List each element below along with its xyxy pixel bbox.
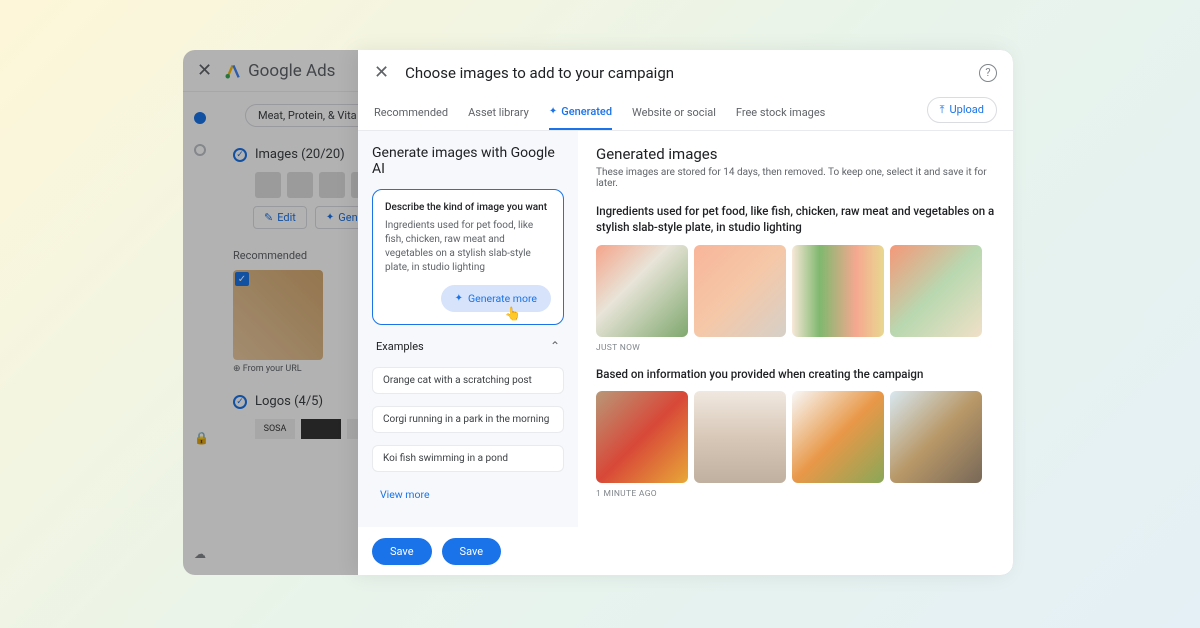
image-thumb[interactable] [319,172,345,198]
modal-title: Choose images to add to your campaign [405,64,963,82]
prompt-echo: Ingredients used for pet food, like fish… [596,203,995,235]
prompt-card: Describe the kind of image you want Ingr… [372,189,564,325]
edit-button[interactable]: ✎Edit [253,206,307,229]
images-section-title: Images (20/20) [255,147,345,162]
close-icon[interactable]: ✕ [197,60,212,81]
save-button[interactable]: Save [372,538,432,565]
tab-bar: Recommended Asset library ✦Generated Web… [358,95,1013,131]
generated-image[interactable] [694,245,786,337]
cloud-icon: ☁ [194,547,206,561]
examples-toggle[interactable]: Examples ⌃ [372,337,564,355]
results-title: Generated images [596,145,995,163]
step-icon-done [194,112,206,124]
timestamp: 1 minute ago [596,489,995,499]
upload-icon: ⤒ [940,103,945,117]
tab-generated[interactable]: ✦Generated [549,95,612,130]
modal-footer: Save Save [358,527,1013,575]
sparkle-icon: ✦ [455,293,463,304]
results-panel: Generated images These images are stored… [578,131,1013,527]
prompt-input[interactable]: Ingredients used for pet food, like fish… [385,219,551,275]
google-ads-icon [224,62,242,80]
recommended-image[interactable]: ✓ [233,270,323,360]
generated-image[interactable] [792,245,884,337]
tab-recommended[interactable]: Recommended [374,96,448,129]
app-name: Google Ads [248,61,335,81]
tab-website[interactable]: Website or social [632,96,716,129]
prompt-label: Describe the kind of image you want [385,202,551,213]
image-thumb[interactable] [287,172,313,198]
sparkle-icon: ✦ [326,212,334,223]
lock-icon: 🔒 [194,431,209,445]
upload-button[interactable]: ⤒Upload [927,97,997,123]
close-icon[interactable]: ✕ [374,62,389,83]
generate-more-button[interactable]: ✦ Generate more 👆 [441,285,551,312]
check-icon: ✓ [233,148,247,162]
logo-thumb[interactable] [301,419,341,439]
help-icon[interactable]: ? [979,64,997,82]
sparkle-icon: ✦ [549,106,557,117]
example-prompt[interactable]: Corgi running in a park in the morning [372,406,564,433]
generate-title: Generate images with Google AI [372,145,564,177]
generated-image[interactable] [596,245,688,337]
step-icon-current [194,144,206,156]
timestamp: Just now [596,343,995,353]
pencil-icon: ✎ [264,211,273,224]
generated-image[interactable] [596,391,688,483]
logo-thumb[interactable]: SOSA [255,419,295,439]
campaign-heading: Based on information you provided when c… [596,367,995,381]
tab-asset-library[interactable]: Asset library [468,96,529,129]
category-chip[interactable]: Meat, Protein, & Vita [245,104,370,127]
example-prompt[interactable]: Orange cat with a scratching post [372,367,564,394]
app-logo: Google Ads [224,61,335,81]
chevron-up-icon: ⌃ [550,339,560,353]
generated-image[interactable] [890,245,982,337]
results-subtitle: These images are stored for 14 days, the… [596,167,995,189]
view-more-link[interactable]: View more [372,484,564,505]
check-icon: ✓ [233,395,247,409]
generated-image[interactable] [890,391,982,483]
image-thumb[interactable] [255,172,281,198]
cursor-icon: 👆 [505,307,521,322]
save-button[interactable]: Save [442,538,502,565]
generated-image[interactable] [792,391,884,483]
example-prompt[interactable]: Koi fish swimming in a pond [372,445,564,472]
checkbox-checked-icon[interactable]: ✓ [235,272,249,286]
tab-free-stock[interactable]: Free stock images [736,96,825,129]
logos-section-title: Logos (4/5) [255,394,323,409]
generated-image[interactable] [694,391,786,483]
generate-panel: Generate images with Google AI Describe … [358,131,578,527]
image-picker-modal: ✕ Choose images to add to your campaign … [358,50,1013,575]
